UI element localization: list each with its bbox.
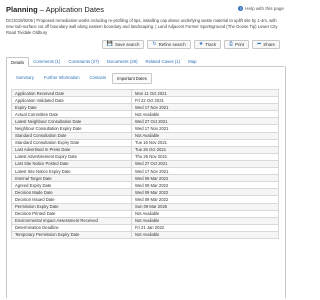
table-row: Permission Expiry Date Sun 09 Mar 2025 [11,202,279,211]
tab-constraints[interactable]: Constraints (27) [64,57,103,66]
table-row: Application Received Date Mon 11 Oct 2021 [11,88,279,98]
important-dates-table: Application Received Date Mon 11 Oct 2021… [11,88,279,239]
date-label: Decision Made Date [11,188,132,197]
date-label: Neighbour Consultation Expiry Date [11,124,132,133]
date-value: Mon 11 Oct 2021 [131,88,279,98]
table-row: Actual Committee Date Not Available [11,110,279,119]
date-label: Environmental Impact Assessment Received [11,216,132,225]
tab-map[interactable]: Map [184,57,200,66]
save-search-label: Save search [115,42,140,47]
subtab-contacts[interactable]: Contacts [86,73,111,82]
date-value: Wed 09 Mar 2022 [131,195,279,204]
date-label: Standard Consultation Expiry Date [11,138,132,147]
date-label: Last Site Notice Posted Date [11,159,132,169]
help-link-label: Help with this page [245,6,284,11]
tab-documents[interactable]: Documents (28) [103,57,142,66]
date-value: Tue 16 Nov 2021 [131,138,279,147]
share-label: Share [263,42,275,47]
print-label: Print [235,42,245,47]
date-label: Latest Site Notice Expiry Date [11,167,132,176]
table-row: Last Site Notice Posted Date Wed 27 Oct 2… [11,159,279,169]
date-label: Application Received Date [11,88,132,98]
date-value: Tue 26 Oct 2021 [131,145,279,154]
date-value: Wed 17 Nov 2021 [131,103,279,112]
page-title: Planning – Application Dates [6,5,104,14]
date-label: Internal Target Date [11,174,132,183]
print-icon: ⎙ [229,41,234,47]
date-label: Actual Committee Date [11,110,132,119]
date-label: Latest Advertisement Expiry Date [11,152,132,161]
date-value: Sun 09 Mar 2025 [131,202,279,211]
application-description: DC/2018/0206 | Proposed remediation work… [6,18,278,35]
refine-search-button[interactable]: ↻ Refine search [147,40,191,49]
table-row: Latest Neighbour Consultation Date Wed 27… [11,117,279,126]
date-label: Agreed Expiry Date [11,181,132,190]
refresh-icon: ↻ [152,41,157,47]
table-row: Standard Consultation Expiry Date Tue 16 … [11,138,279,147]
date-value: Wed 17 Nov 2021 [131,167,279,176]
date-value: Thu 25 Nov 2021 [131,152,279,161]
track-button[interactable]: ★ Track [193,40,222,49]
date-value: Wed 09 Mar 2022 [131,174,279,183]
toolbar: 💾 Save search ↻ Refine search ★ Track ⎙ … [101,40,280,49]
date-label: Decision Printed Date [11,209,132,218]
table-row: Latest Site Notice Expiry Date Wed 17 Nov… [11,167,279,176]
table-row: Internal Target Date Wed 09 Mar 2022 [11,174,279,183]
tab-comments[interactable]: Comments (1) [29,57,64,66]
date-label: Latest Neighbour Consultation Date [11,117,132,126]
date-value: Not Available [131,131,279,140]
page-title-sub: – Application Dates [39,5,104,14]
table-row: Decision Made Date Wed 09 Mar 2022 [11,188,279,197]
date-value: Wed 27 Oct 2021 [131,159,279,169]
date-label: Application Validated Date [11,96,132,105]
table-row: Agreed Expiry Date Wed 09 Mar 2022 [11,181,279,190]
table-row: Temporary Permission Expiry Date Not Avai… [11,230,279,239]
table-row: Decision Issued Date Wed 09 Mar 2022 [11,195,279,204]
table-row: Determination Deadline Fri 21 Jan 2022 [11,223,279,232]
table-row: Application Validated Date Fri 22 Oct 202… [11,96,279,105]
date-value: Not Available [131,216,279,225]
date-value: Wed 17 Nov 2021 [131,124,279,133]
table-row: Neighbour Consultation Expiry Date Wed 17… [11,124,279,133]
date-label: Decision Issued Date [11,195,132,204]
date-value: Not Available [131,110,279,119]
save-icon: 💾 [106,41,114,47]
save-search-button[interactable]: 💾 Save search [101,40,145,49]
print-button[interactable]: ⎙ Print [224,40,250,49]
help-icon: ? [238,6,244,11]
date-value: Not Available [131,209,279,218]
table-row: Latest Advertisement Expiry Date Thu 25 N… [11,152,279,161]
date-value: Wed 27 Oct 2021 [131,117,279,126]
date-value: Wed 09 Mar 2022 [131,188,279,197]
date-value: Fri 21 Jan 2022 [131,223,279,232]
table-row: Environmental Impact Assessment Received… [11,216,279,225]
share-button[interactable]: ➦ Share [252,40,280,49]
star-icon: ★ [198,41,204,47]
refine-search-label: Refine search [158,42,186,47]
page-title-main: Planning [6,5,38,14]
share-icon: ➦ [257,41,262,47]
date-value: Wed 09 Mar 2022 [131,181,279,190]
date-value: Not Available [131,230,279,239]
date-label: Standard Consultation Date [11,131,132,140]
track-label: Track [205,42,217,47]
date-label: Expiry Date [11,103,132,112]
page-header: Planning – Application Dates ? Help with… [6,4,286,16]
table-row: Last Advertised In Press Date Tue 26 Oct … [11,145,279,154]
date-value: Fri 22 Oct 2021 [131,96,279,105]
date-label: Determination Deadline [11,223,132,232]
sub-tabs: Summary Further Information Contacts Imp… [12,73,152,84]
table-row: Standard Consultation Date Not Available [11,131,279,140]
help-link[interactable]: ? Help with this page [238,6,284,11]
subtab-important-dates[interactable]: Important Dates [112,73,152,84]
tab-related-cases[interactable]: Related Cases (1) [142,57,185,66]
subtab-further-information[interactable]: Further Information [40,73,84,82]
date-label: Permission Expiry Date [11,202,132,211]
date-label: Last Advertised In Press Date [11,145,132,154]
table-row: Decision Printed Date Not Available [11,209,279,218]
table-row: Expiry Date Wed 17 Nov 2021 [11,103,279,112]
date-label: Temporary Permission Expiry Date [11,230,132,239]
subtab-summary[interactable]: Summary [12,73,38,82]
